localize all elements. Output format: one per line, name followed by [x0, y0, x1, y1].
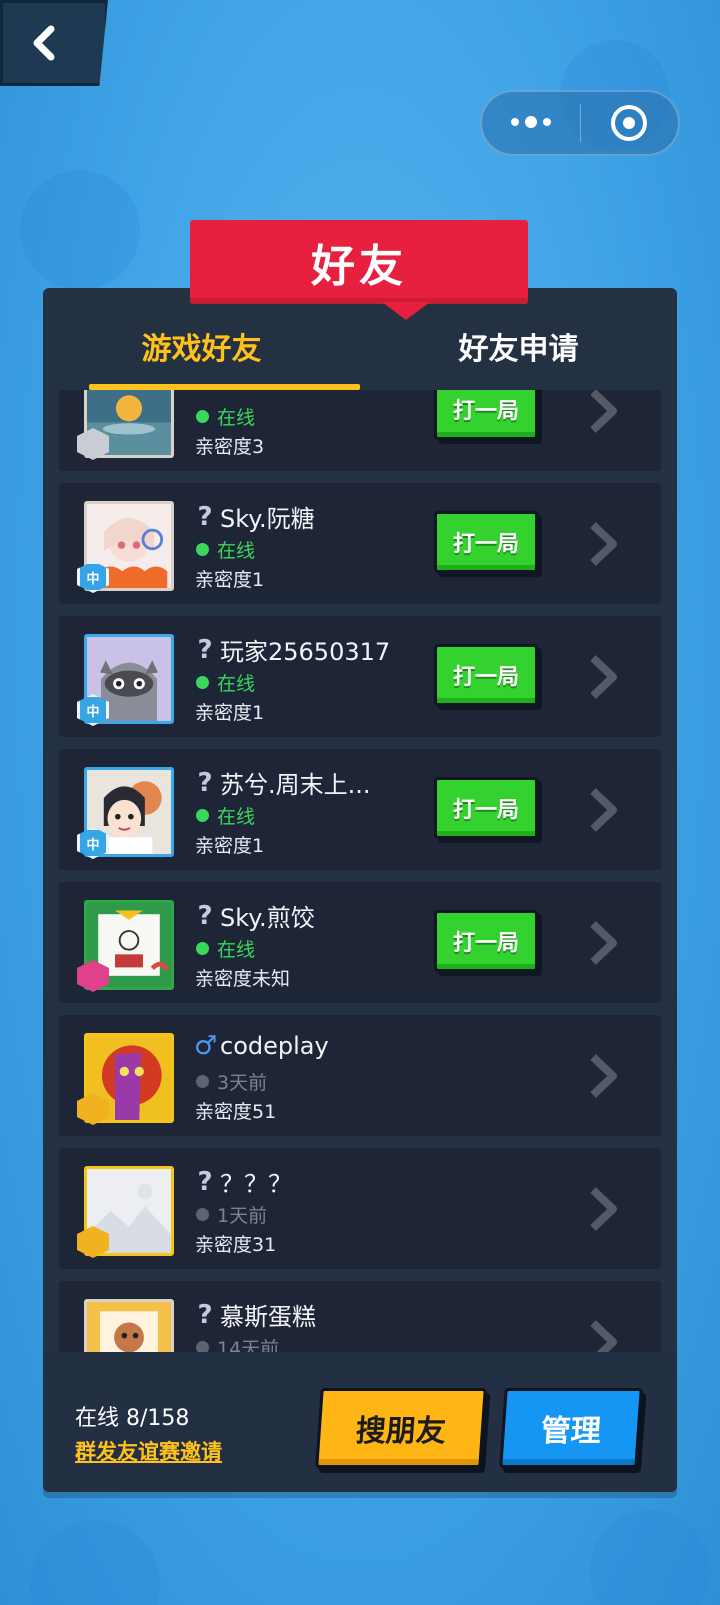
background-decoration — [20, 170, 140, 290]
online-dot-icon — [196, 809, 209, 822]
friend-row[interactable]: ?？？？ 1天前 亲密度31 — [59, 1148, 661, 1269]
chevron-left-icon — [33, 25, 55, 61]
friend-status: 在线 — [196, 403, 255, 430]
gender-icon: ? — [197, 767, 213, 798]
friends-footer: 在线 8/158 群发友谊赛邀请 搜朋友 管理 — [43, 1352, 677, 1492]
chevron-right-icon[interactable] — [585, 785, 621, 835]
play-together-button[interactable]: 打一局 — [434, 511, 538, 573]
friend-name: ? 苏兮.周末上... — [194, 765, 370, 800]
friend-name: ? 慕斯蛋糕 — [194, 1297, 316, 1332]
panel-title: 好友 — [190, 220, 528, 304]
friend-row[interactable]: ? Sky.煎饺 在线 亲密度未知 打一局 — [59, 882, 661, 1003]
gender-icon: ? — [197, 501, 213, 532]
friend-row[interactable]: 中 ? Sky.阮糖 在线 亲密度1 打一局 — [59, 483, 661, 604]
friend-list[interactable]: 在线 亲密度3 打一局 中 ? Sky.阮糖 在线 亲密度1 打一局 中 ? 玩家2… — [43, 390, 677, 1352]
friend-status: 在线 — [196, 536, 255, 563]
background-decoration — [30, 1520, 160, 1605]
play-together-button[interactable]: 打一局 — [434, 390, 538, 440]
friend-avatar[interactable] — [84, 1299, 174, 1352]
tab-game-friends[interactable]: 游戏好友 — [43, 302, 360, 390]
gender-icon: ? — [197, 1299, 213, 1330]
close-miniprogram-button[interactable] — [581, 92, 679, 154]
chevron-right-icon[interactable] — [585, 1184, 621, 1234]
chevron-right-icon[interactable] — [585, 652, 621, 702]
friend-intimacy: 亲密度1 — [195, 835, 265, 857]
friend-intimacy: 亲密度31 — [195, 1234, 277, 1256]
search-friends-button[interactable]: 搜朋友 — [315, 1388, 487, 1468]
friend-name: ♂ codeplay — [194, 1031, 329, 1061]
friends-tabs: 游戏好友 好友申请 — [43, 302, 677, 390]
online-dot-icon — [196, 543, 209, 556]
group-invite-link[interactable]: 群发友谊赛邀请 — [75, 1436, 222, 1466]
friend-row[interactable]: 中 ? 苏兮.周末上... 在线 亲密度1 打一局 — [59, 749, 661, 870]
friend-row[interactable]: ♂ codeplay 3天前 亲密度51 — [59, 1015, 661, 1136]
friend-status: 3天前 — [196, 1068, 267, 1095]
friend-intimacy: 亲密度3 — [195, 436, 265, 458]
friend-row[interactable]: 在线 亲密度3 打一局 — [59, 390, 661, 471]
chevron-right-icon[interactable] — [585, 519, 621, 569]
more-button[interactable] — [482, 92, 580, 154]
gender-icon: ? — [197, 634, 213, 665]
play-together-button[interactable]: 打一局 — [434, 777, 538, 839]
friend-row[interactable]: ? 慕斯蛋糕 14天前 — [59, 1281, 661, 1352]
friend-status: 在线 — [196, 802, 255, 829]
friend-intimacy: 亲密度未知 — [195, 968, 291, 990]
back-button[interactable] — [0, 0, 108, 86]
target-circle-icon — [611, 105, 648, 141]
online-dot-icon — [196, 676, 209, 689]
play-together-button[interactable]: 打一局 — [434, 644, 538, 706]
offline-dot-icon — [196, 1208, 209, 1221]
friend-name: ? Sky.阮糖 — [194, 499, 314, 534]
chevron-right-icon[interactable] — [585, 918, 621, 968]
gender-icon: ? — [197, 1166, 213, 1197]
chevron-right-icon[interactable] — [585, 1051, 621, 1101]
background-decoration — [590, 1510, 710, 1605]
male-icon: ♂ — [194, 1031, 218, 1061]
friend-intimacy: 亲密度1 — [195, 569, 265, 591]
mini-program-capsule — [480, 90, 680, 156]
friend-status: 在线 — [196, 935, 255, 962]
friend-status: 在线 — [196, 669, 255, 696]
more-dots-icon — [510, 116, 551, 128]
manage-button[interactable]: 管理 — [499, 1388, 643, 1468]
offline-dot-icon — [196, 1341, 209, 1352]
chevron-right-icon[interactable] — [585, 390, 621, 436]
chevron-right-icon[interactable] — [585, 1317, 621, 1352]
online-count: 在线 8/158 — [75, 1406, 190, 1431]
friend-intimacy: 亲密度51 — [195, 1101, 277, 1123]
friend-name: ?？？？ — [194, 1164, 292, 1199]
online-dot-icon — [196, 410, 209, 423]
gender-icon: ? — [197, 900, 213, 931]
online-dot-icon — [196, 942, 209, 955]
offline-dot-icon — [196, 1075, 209, 1088]
friend-status: 1天前 — [196, 1201, 267, 1228]
play-together-button[interactable]: 打一局 — [434, 910, 538, 972]
friend-intimacy: 亲密度1 — [195, 702, 265, 724]
friend-row[interactable]: 中 ? 玩家25650317 在线 亲密度1 打一局 — [59, 616, 661, 737]
friend-name: ? Sky.煎饺 — [194, 898, 314, 933]
friend-status: 14天前 — [196, 1334, 279, 1352]
friend-name: ? 玩家25650317 — [194, 632, 390, 667]
tab-friend-requests[interactable]: 好友申请 — [360, 302, 677, 390]
